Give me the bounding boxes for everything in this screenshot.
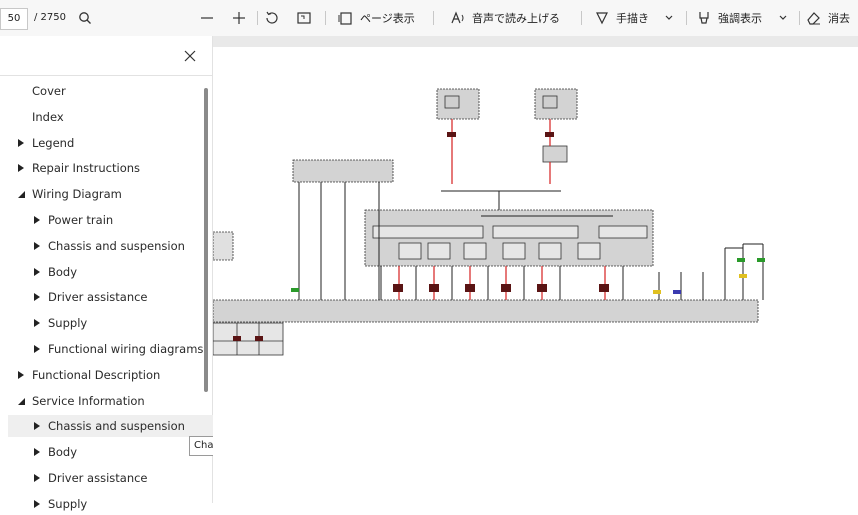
toolbar-divider <box>686 11 687 25</box>
toolbar-divider <box>433 11 434 25</box>
fit-page-button[interactable] <box>296 6 312 30</box>
pdf-toolbar: 50 / 2750 ページ表示 音声で読み上げる 手描き 強調表示 消去 <box>0 0 858 37</box>
draw-label: 手描き <box>616 12 649 25</box>
bookmark-label: Driver assistance <box>48 290 148 305</box>
pen-icon <box>594 10 610 26</box>
panel-scrollbar[interactable] <box>204 88 208 392</box>
plus-icon <box>232 11 246 25</box>
highlight-button[interactable]: 強調表示 <box>696 6 762 30</box>
zoom-in-button[interactable] <box>232 6 246 30</box>
read-aloud-label: 音声で読み上げる <box>472 12 560 25</box>
bookmark-label: Chassis and suspension <box>48 419 185 434</box>
expand-arrow-icon[interactable] <box>32 344 42 354</box>
pdf-page[interactable] <box>212 36 858 503</box>
collapse-arrow-icon[interactable] <box>16 189 26 199</box>
expand-arrow-icon[interactable] <box>32 215 42 225</box>
expand-arrow-icon[interactable] <box>32 421 42 431</box>
bookmark-label: Supply <box>48 496 88 511</box>
erase-label: 消去 <box>828 12 850 25</box>
bookmark-label: Chassis and suspension <box>48 238 185 253</box>
bookmark-label: Legend <box>32 135 75 150</box>
search-button[interactable] <box>78 6 92 30</box>
expand-arrow-icon[interactable] <box>32 447 42 457</box>
toolbar-divider <box>325 11 326 25</box>
read-aloud-button[interactable]: 音声で読み上げる <box>450 6 560 30</box>
bookmark-label: Service Information <box>32 393 145 408</box>
chevron-down-icon <box>664 13 674 23</box>
bookmark-item[interactable]: Chassis and suspension <box>8 415 222 438</box>
bookmark-item[interactable]: Supply <box>0 312 232 334</box>
page-view-icon <box>338 10 354 26</box>
highlight-options-dropdown[interactable] <box>778 6 788 30</box>
fit-page-icon <box>296 10 312 26</box>
expand-arrow-icon[interactable] <box>16 163 26 173</box>
bookmark-label: Functional Description <box>32 367 161 382</box>
bookmark-item[interactable]: Power train <box>0 209 232 231</box>
bookmark-item[interactable]: Body <box>0 261 232 283</box>
expand-arrow-icon[interactable] <box>16 138 26 148</box>
expand-arrow-icon[interactable] <box>32 473 42 483</box>
page-total-label: / 2750 <box>34 12 66 23</box>
panel-header-divider <box>0 75 212 76</box>
bookmark-label: Supply <box>48 316 88 331</box>
expand-arrow-icon[interactable] <box>16 370 26 380</box>
bookmark-label: Wiring Diagram <box>32 187 122 202</box>
bookmark-item[interactable]: Service Information <box>0 390 216 412</box>
bookmark-item[interactable]: Driver assistance <box>0 286 232 308</box>
expand-arrow-icon[interactable] <box>32 499 42 509</box>
wiring-diagram <box>212 36 858 356</box>
page-view-button[interactable]: ページ表示 <box>338 6 415 30</box>
read-aloud-icon <box>450 10 466 26</box>
highlight-label: 強調表示 <box>718 12 762 25</box>
expand-arrow-icon[interactable] <box>32 292 42 302</box>
highlighter-icon <box>696 10 712 26</box>
page-view-label: ページ表示 <box>360 12 415 25</box>
collapse-arrow-icon[interactable] <box>16 396 26 406</box>
bookmark-item[interactable]: Supply <box>0 493 232 515</box>
bookmark-item[interactable]: Functional wiring diagrams <box>0 338 232 360</box>
bookmark-item[interactable]: Driver assistance <box>0 467 232 489</box>
bookmark-item[interactable]: Index <box>0 106 216 128</box>
bookmark-item[interactable]: Functional Description <box>0 364 216 386</box>
bookmark-label: Body <box>48 445 78 460</box>
erase-button[interactable]: 消去 <box>806 6 850 30</box>
rotate-button[interactable] <box>264 6 280 30</box>
bookmark-label: Index <box>32 109 64 124</box>
bookmark-item[interactable]: Legend <box>0 132 216 154</box>
close-icon <box>182 49 198 68</box>
close-panel-button[interactable] <box>182 48 198 64</box>
expand-arrow-icon[interactable] <box>32 241 42 251</box>
bookmark-label: Cover <box>32 84 66 98</box>
expand-arrow-icon[interactable] <box>32 267 42 277</box>
chevron-down-icon <box>778 13 788 23</box>
bookmark-label: Power train <box>48 213 114 227</box>
toolbar-divider <box>799 11 800 25</box>
rotate-icon <box>264 10 280 26</box>
bookmark-item[interactable]: Wiring Diagram <box>0 183 216 205</box>
bookmark-label: Body <box>48 264 78 279</box>
expand-arrow-icon[interactable] <box>32 318 42 328</box>
bookmark-item[interactable]: Repair Instructions <box>0 157 216 179</box>
bookmark-item[interactable]: Cover <box>0 80 216 102</box>
bookmark-item[interactable]: Chassis and suspension <box>0 235 232 257</box>
bookmark-label: Functional wiring diagrams <box>48 342 204 356</box>
draw-button[interactable]: 手描き <box>594 6 649 30</box>
page-number-input[interactable]: 50 <box>0 8 28 30</box>
search-icon <box>78 11 92 25</box>
minus-icon <box>200 11 214 25</box>
toolbar-divider <box>581 11 582 25</box>
draw-options-dropdown[interactable] <box>664 6 674 30</box>
bookmark-label: Repair Instructions <box>32 161 141 176</box>
eraser-icon <box>806 10 822 26</box>
toolbar-divider <box>257 11 258 25</box>
zoom-out-button[interactable] <box>200 6 214 30</box>
bookmark-label: Driver assistance <box>48 471 148 485</box>
